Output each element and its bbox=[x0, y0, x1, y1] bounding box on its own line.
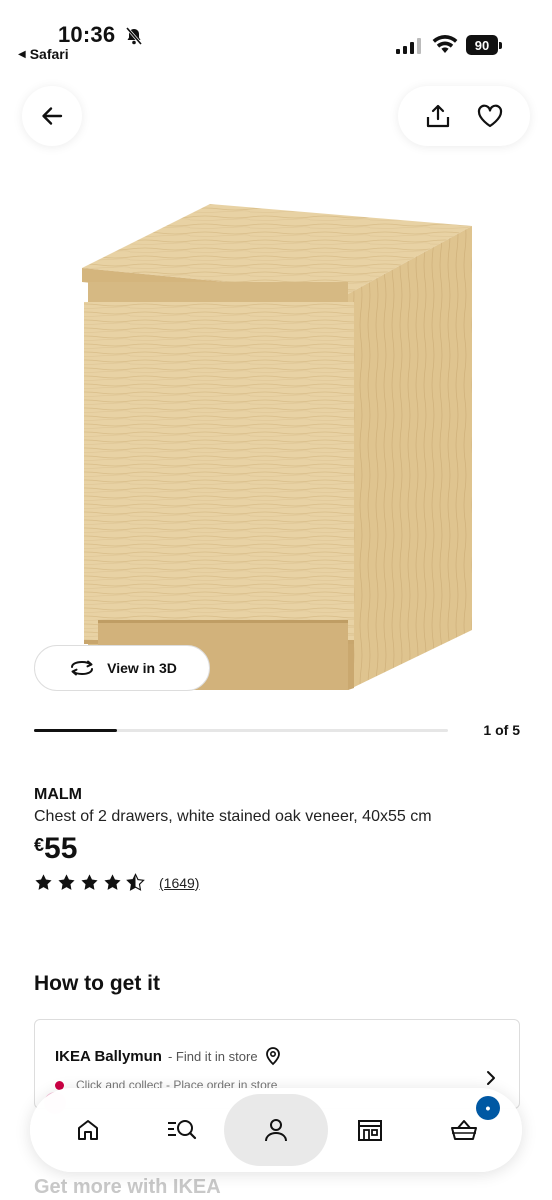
home-icon bbox=[78, 1120, 98, 1140]
nav-search[interactable] bbox=[152, 1100, 212, 1160]
nav-home[interactable] bbox=[58, 1100, 118, 1160]
price-amount: 55 bbox=[44, 832, 78, 865]
get-more-title: Get more with IKEA bbox=[34, 1176, 221, 1198]
store-name: IKEA Ballymun bbox=[55, 1047, 162, 1065]
back-app-label: Safari bbox=[29, 46, 69, 62]
product-price: € 55 bbox=[34, 832, 77, 866]
basket-icon bbox=[451, 1120, 477, 1140]
star-icon bbox=[35, 874, 52, 890]
review-count-link[interactable]: (1649) bbox=[159, 875, 199, 891]
heart-icon bbox=[477, 104, 503, 128]
store-icon bbox=[358, 1120, 382, 1141]
star-half-icon bbox=[126, 873, 145, 891]
product-rating[interactable]: (1649) bbox=[34, 873, 199, 892]
favourite-button[interactable] bbox=[470, 96, 510, 136]
bottom-navigation: • bbox=[30, 1088, 522, 1172]
nav-stores[interactable] bbox=[340, 1100, 400, 1160]
top-actions bbox=[398, 86, 530, 146]
carousel-counter: 1 of 5 bbox=[483, 722, 520, 738]
battery-icon: 90 bbox=[466, 35, 502, 55]
price-currency: € bbox=[34, 835, 45, 855]
back-button[interactable] bbox=[22, 86, 82, 146]
wifi-icon bbox=[432, 35, 458, 53]
product-description: Chest of 2 drawers, white stained oak ve… bbox=[34, 808, 432, 825]
star-icon bbox=[81, 874, 98, 890]
view-in-3d-button[interactable]: View in 3D bbox=[34, 645, 210, 691]
status-time: 10:36 bbox=[58, 22, 116, 47]
cart-badge: • bbox=[476, 1096, 500, 1120]
view-in-3d-label: View in 3D bbox=[107, 660, 177, 676]
chevron-right-icon bbox=[487, 1071, 495, 1085]
carousel-progress-fill bbox=[34, 729, 117, 732]
bell-slash-icon bbox=[125, 27, 143, 45]
rotate-3d-icon bbox=[71, 660, 94, 676]
product-image[interactable] bbox=[70, 190, 490, 700]
search-list-icon bbox=[168, 1120, 197, 1140]
product-name: MALM bbox=[34, 786, 82, 803]
image-carousel-progress bbox=[34, 729, 448, 732]
share-icon bbox=[426, 104, 450, 128]
back-to-safari[interactable]: ◀ Safari bbox=[18, 46, 69, 62]
star-icon bbox=[104, 874, 121, 890]
store-hint: - Find it in store bbox=[167, 1048, 258, 1064]
how-to-get-title: How to get it bbox=[34, 972, 160, 995]
location-pin-icon bbox=[265, 1047, 280, 1066]
profile-icon bbox=[265, 1119, 287, 1142]
arrow-left-icon bbox=[42, 107, 63, 125]
signal-icon bbox=[396, 38, 421, 54]
battery-level: 90 bbox=[466, 35, 498, 55]
back-triangle-icon: ◀ bbox=[18, 48, 26, 60]
star-icon bbox=[58, 874, 75, 890]
nav-profile[interactable] bbox=[224, 1094, 328, 1166]
share-button[interactable] bbox=[418, 96, 458, 136]
